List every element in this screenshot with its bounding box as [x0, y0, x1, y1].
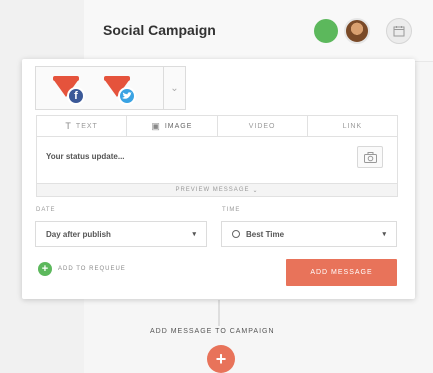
tab-text-label: TEXT: [75, 122, 98, 130]
add-to-requeue-button[interactable]: + ADD TO REQUEUE: [38, 262, 126, 276]
plus-icon: +: [38, 262, 52, 276]
media-type-tabs: T TEXT ▣ IMAGE VIDEO LINK: [36, 115, 398, 137]
profile-facebook[interactable]: f: [53, 73, 89, 105]
chevron-down-icon: ⌄: [252, 187, 259, 194]
text-icon: T: [65, 121, 72, 131]
tab-video-label: VIDEO: [248, 122, 276, 130]
add-message-to-campaign-label: ADD MESSAGE TO CAMPAIGN: [150, 328, 275, 335]
requeue-label: ADD TO REQUEUE: [58, 266, 126, 272]
caret-down-icon: ▾: [382, 231, 386, 238]
calendar-icon: [393, 26, 405, 37]
image-icon: ▣: [151, 120, 161, 131]
clock-icon: [232, 229, 240, 238]
user-avatar[interactable]: [344, 18, 370, 44]
tab-image-label: IMAGE: [164, 122, 193, 130]
tab-text[interactable]: T TEXT: [37, 116, 128, 136]
caret-down-icon: ▾: [192, 231, 196, 238]
status-placeholder: Your status update...: [46, 152, 125, 161]
date-label: DATE: [36, 207, 56, 213]
status-indicator[interactable]: [314, 19, 338, 43]
add-message-button[interactable]: ADD MESSAGE: [286, 259, 397, 286]
tab-video[interactable]: VIDEO: [218, 116, 308, 136]
time-value: Best Time: [246, 229, 285, 239]
plus-icon: +: [215, 349, 227, 369]
time-label: TIME: [222, 207, 241, 213]
chevron-down-icon: ⌄: [170, 82, 179, 94]
preview-label: PREVIEW MESSAGE: [175, 187, 250, 193]
camera-icon: [363, 151, 377, 163]
add-photo-button[interactable]: [357, 146, 383, 168]
tab-link[interactable]: LINK: [308, 116, 397, 136]
time-select[interactable]: Best Time ▾: [221, 221, 397, 247]
add-message-fab[interactable]: +: [207, 345, 235, 373]
date-select[interactable]: Day after publish ▾: [35, 221, 207, 247]
twitter-icon: [118, 87, 136, 105]
calendar-button[interactable]: [386, 18, 412, 44]
timeline-connector: [218, 300, 220, 326]
tab-image[interactable]: ▣ IMAGE: [127, 116, 218, 136]
facebook-icon: f: [67, 87, 85, 105]
profile-twitter[interactable]: [104, 73, 140, 105]
preview-message-toggle[interactable]: PREVIEW MESSAGE ⌄: [36, 183, 398, 197]
campaign-title: Social Campaign: [103, 22, 216, 38]
tab-link-label: LINK: [342, 122, 363, 130]
profiles-dropdown-toggle[interactable]: ⌄: [163, 67, 185, 109]
time-value-wrap: Best Time: [232, 229, 285, 239]
date-value: Day after publish: [46, 229, 111, 239]
